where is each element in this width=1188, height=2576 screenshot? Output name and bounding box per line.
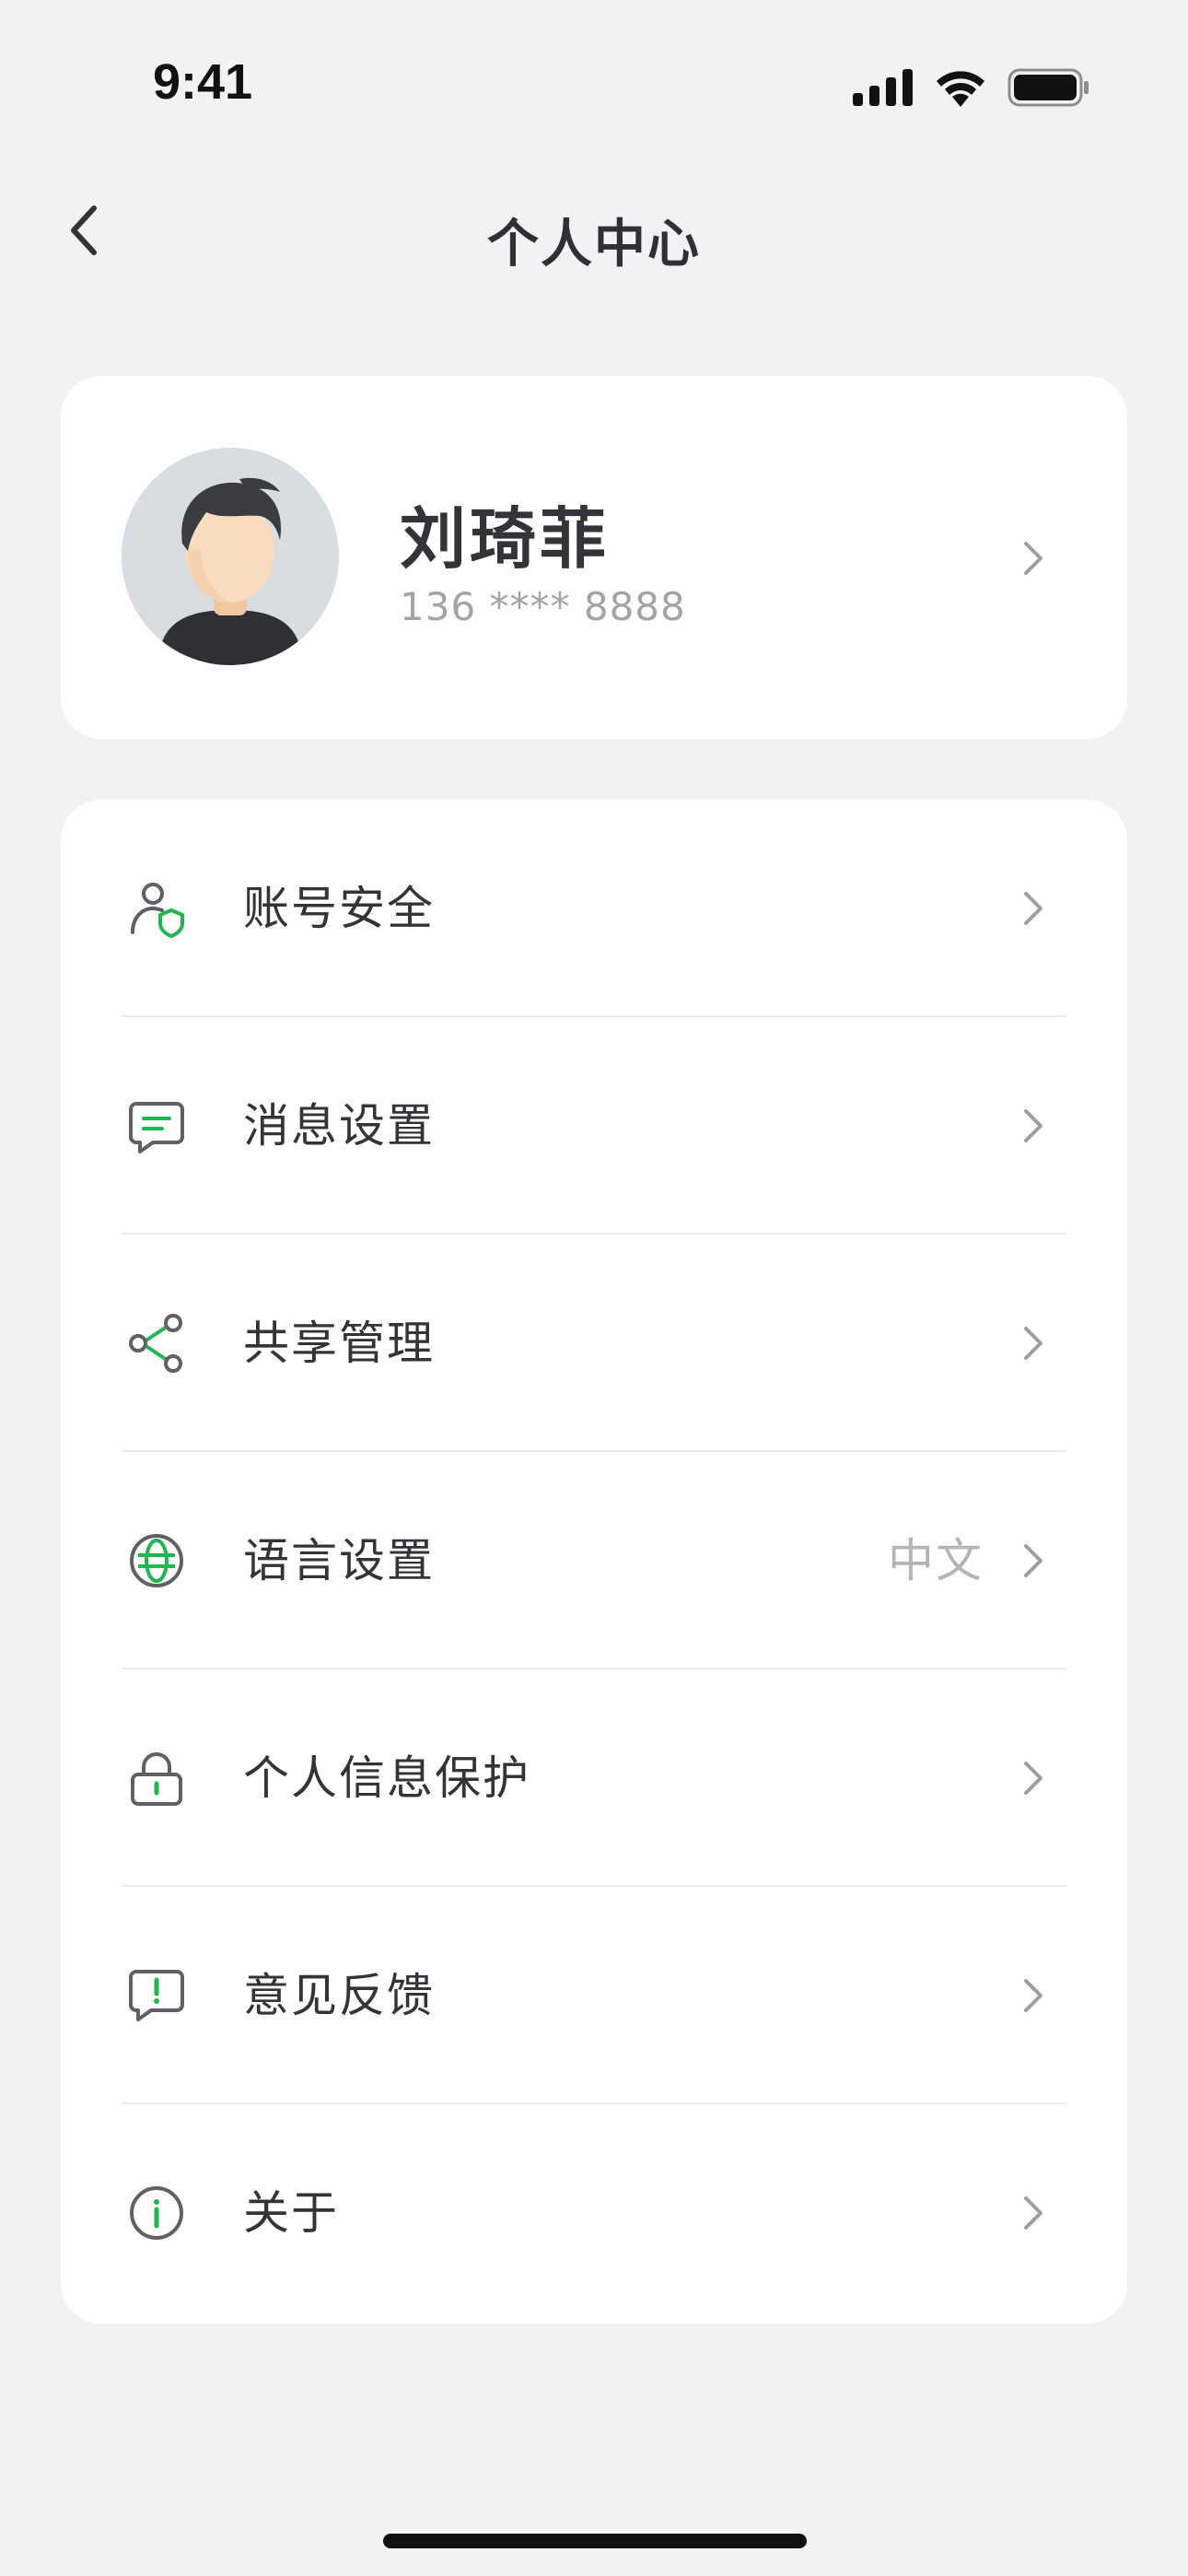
status-icons (853, 68, 1090, 107)
lock-icon (131, 1752, 182, 1806)
profile-card[interactable]: 刘琦菲 136 **** 8888 (61, 376, 1127, 739)
globe-icon (130, 1534, 183, 1587)
menu-item-label: 意见反馈 (243, 1969, 435, 2022)
menu-item-message-settings[interactable]: 消息设置 (61, 1017, 1127, 1235)
chevron-right-icon (1024, 1109, 1042, 1142)
share-icon (129, 1314, 182, 1373)
menu-item-feedback[interactable]: 意见反馈 (61, 1887, 1127, 2104)
status-time: 9:41 (153, 54, 253, 110)
feedback-icon (129, 1970, 184, 2021)
menu-item-privacy-protection[interactable]: 个人信息保护 (61, 1669, 1127, 1887)
nav-bar: 个人中心 (0, 175, 1188, 286)
chevron-right-icon (1024, 1544, 1042, 1577)
wifi-icon (937, 71, 984, 107)
user-avatar-icon (122, 448, 339, 665)
chevron-right-icon (1024, 1327, 1042, 1360)
menu-item-label: 消息设置 (243, 1099, 435, 1153)
menu-item-language-settings[interactable]: 语言设置 中文 (61, 1452, 1127, 1669)
profile-phone: 136 **** 8888 (400, 584, 686, 629)
menu-item-account-security[interactable]: 账号安全 (61, 800, 1127, 1017)
chevron-right-icon (1024, 542, 1042, 575)
cellular-signal-icon (853, 69, 913, 106)
menu-item-label: 个人信息保护 (243, 1751, 530, 1805)
info-icon (130, 2186, 183, 2240)
avatar (122, 448, 339, 665)
menu-item-label: 语言设置 (243, 1534, 435, 1587)
chevron-right-icon (1024, 1979, 1042, 2012)
menu-item-label: 关于 (243, 2186, 339, 2240)
profile-name: 刘琦菲 (400, 500, 611, 578)
page-title: 个人中心 (487, 215, 701, 275)
battery-icon (1007, 68, 1089, 107)
menu-item-label: 共享管理 (243, 1317, 435, 1370)
menu-item-about[interactable]: 关于 (61, 2104, 1127, 2322)
menu-item-label: 账号安全 (243, 882, 435, 935)
chevron-right-icon (1024, 2196, 1042, 2230)
user-shield-icon (131, 883, 184, 938)
chevron-right-icon (1024, 1762, 1042, 1795)
menu-item-share-management[interactable]: 共享管理 (61, 1235, 1127, 1452)
message-icon (129, 1102, 184, 1153)
chevron-right-icon (1024, 892, 1042, 925)
home-indicator[interactable] (383, 2534, 807, 2548)
current-language-value: 中文 (888, 1534, 984, 1587)
settings-menu: 账号安全 消息设置 共享管理 语言设置 中文 个人信息保护 意见反馈 关于 (61, 800, 1127, 2324)
status-bar: 9:41 (0, 0, 1188, 175)
